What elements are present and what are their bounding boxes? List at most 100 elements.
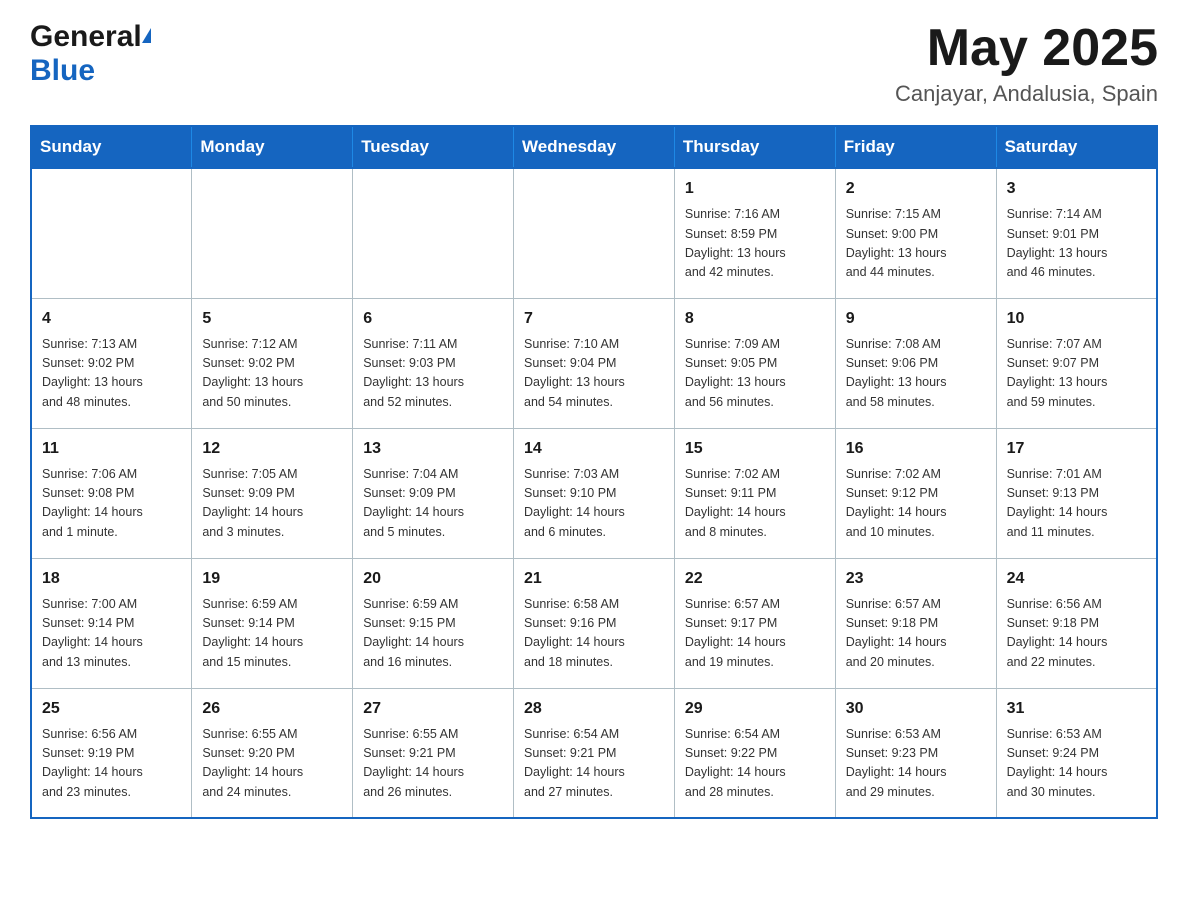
calendar-day-cell: 13 Sunrise: 7:04 AM Sunset: 9:09 PM Dayli… <box>353 428 514 558</box>
day-number: 29 <box>685 697 825 721</box>
day-number: 20 <box>363 567 503 591</box>
day-info: Sunrise: 7:01 AM Sunset: 9:13 PM Dayligh… <box>1007 465 1146 543</box>
day-info: Sunrise: 7:04 AM Sunset: 9:09 PM Dayligh… <box>363 465 503 543</box>
calendar-week-row: 4Sunrise: 7:13 AM Sunset: 9:02 PM Daylig… <box>31 298 1157 428</box>
calendar-week-row: 18 Sunrise: 7:00 AM Sunset: 9:14 PM Dayli… <box>31 558 1157 688</box>
calendar-day-cell: 16Sunrise: 7:02 AM Sunset: 9:12 PM Dayli… <box>835 428 996 558</box>
day-info: Sunrise: 6:57 AM Sunset: 9:18 PM Dayligh… <box>846 595 986 673</box>
day-info: Sunrise: 7:09 AM Sunset: 9:05 PM Dayligh… <box>685 335 825 413</box>
day-info: Sunrise: 7:07 AM Sunset: 9:07 PM Dayligh… <box>1007 335 1146 413</box>
day-info: Sunrise: 6:56 AM Sunset: 9:19 PM Dayligh… <box>42 725 181 803</box>
day-info: Sunrise: 7:08 AM Sunset: 9:06 PM Dayligh… <box>846 335 986 413</box>
logo-blue-word: Blue <box>30 54 95 87</box>
day-number: 31 <box>1007 697 1146 721</box>
day-number: 1 <box>685 177 825 201</box>
calendar-day-cell: 25 Sunrise: 6:56 AM Sunset: 9:19 PM Dayli… <box>31 688 192 818</box>
day-info: Sunrise: 7:15 AM Sunset: 9:00 PM Dayligh… <box>846 205 986 283</box>
calendar-day-cell: 1 Sunrise: 7:16 AM Sunset: 8:59 PM Daylig… <box>674 168 835 298</box>
weekday-header-sunday: Sunday <box>31 126 192 168</box>
day-info: Sunrise: 6:58 AM Sunset: 9:16 PM Dayligh… <box>524 595 664 673</box>
day-info: Sunrise: 6:55 AM Sunset: 9:20 PM Dayligh… <box>202 725 342 803</box>
calendar-day-cell: 10 Sunrise: 7:07 AM Sunset: 9:07 PM Dayli… <box>996 298 1157 428</box>
day-info: Sunrise: 7:10 AM Sunset: 9:04 PM Dayligh… <box>524 335 664 413</box>
day-number: 23 <box>846 567 986 591</box>
day-number: 21 <box>524 567 664 591</box>
day-number: 30 <box>846 697 986 721</box>
calendar-day-cell <box>353 168 514 298</box>
month-title: May 2025 <box>895 20 1158 77</box>
day-number: 2 <box>846 177 986 201</box>
page-header: General Blue May 2025 Canjayar, Andalusi… <box>30 20 1158 107</box>
logo-area: General Blue <box>30 20 151 88</box>
day-number: 28 <box>524 697 664 721</box>
calendar-day-cell: 29 Sunrise: 6:54 AM Sunset: 9:22 PM Dayli… <box>674 688 835 818</box>
calendar-day-cell <box>514 168 675 298</box>
day-info: Sunrise: 7:16 AM Sunset: 8:59 PM Dayligh… <box>685 205 825 283</box>
calendar-day-cell: 31 Sunrise: 6:53 AM Sunset: 9:24 PM Dayli… <box>996 688 1157 818</box>
calendar-day-cell: 6 Sunrise: 7:11 AM Sunset: 9:03 PM Daylig… <box>353 298 514 428</box>
calendar-week-row: 1 Sunrise: 7:16 AM Sunset: 8:59 PM Daylig… <box>31 168 1157 298</box>
day-info: Sunrise: 7:03 AM Sunset: 9:10 PM Dayligh… <box>524 465 664 543</box>
calendar-day-cell: 17 Sunrise: 7:01 AM Sunset: 9:13 PM Dayli… <box>996 428 1157 558</box>
day-info: Sunrise: 7:02 AM Sunset: 9:12 PM Dayligh… <box>846 465 986 543</box>
day-number: 3 <box>1007 177 1146 201</box>
weekday-header-friday: Friday <box>835 126 996 168</box>
calendar-day-cell: 7 Sunrise: 7:10 AM Sunset: 9:04 PM Daylig… <box>514 298 675 428</box>
day-info: Sunrise: 6:54 AM Sunset: 9:22 PM Dayligh… <box>685 725 825 803</box>
calendar-day-cell: 9 Sunrise: 7:08 AM Sunset: 9:06 PM Daylig… <box>835 298 996 428</box>
day-number: 7 <box>524 307 664 331</box>
day-number: 12 <box>202 437 342 461</box>
calendar-day-cell: 30 Sunrise: 6:53 AM Sunset: 9:23 PM Dayli… <box>835 688 996 818</box>
day-number: 26 <box>202 697 342 721</box>
day-number: 9 <box>846 307 986 331</box>
day-info: Sunrise: 6:55 AM Sunset: 9:21 PM Dayligh… <box>363 725 503 803</box>
day-info: Sunrise: 7:00 AM Sunset: 9:14 PM Dayligh… <box>42 595 181 673</box>
day-info: Sunrise: 7:12 AM Sunset: 9:02 PM Dayligh… <box>202 335 342 413</box>
calendar-week-row: 25 Sunrise: 6:56 AM Sunset: 9:19 PM Dayli… <box>31 688 1157 818</box>
day-info: Sunrise: 6:54 AM Sunset: 9:21 PM Dayligh… <box>524 725 664 803</box>
day-number: 6 <box>363 307 503 331</box>
calendar-day-cell: 14Sunrise: 7:03 AM Sunset: 9:10 PM Dayli… <box>514 428 675 558</box>
calendar-day-cell: 15Sunrise: 7:02 AM Sunset: 9:11 PM Dayli… <box>674 428 835 558</box>
calendar-day-cell: 23 Sunrise: 6:57 AM Sunset: 9:18 PM Dayli… <box>835 558 996 688</box>
day-info: Sunrise: 7:05 AM Sunset: 9:09 PM Dayligh… <box>202 465 342 543</box>
calendar-body: 1 Sunrise: 7:16 AM Sunset: 8:59 PM Daylig… <box>31 168 1157 818</box>
day-info: Sunrise: 6:53 AM Sunset: 9:23 PM Dayligh… <box>846 725 986 803</box>
calendar-day-cell: 28 Sunrise: 6:54 AM Sunset: 9:21 PM Dayli… <box>514 688 675 818</box>
calendar-day-cell <box>31 168 192 298</box>
day-info: Sunrise: 6:57 AM Sunset: 9:17 PM Dayligh… <box>685 595 825 673</box>
day-info: Sunrise: 7:06 AM Sunset: 9:08 PM Dayligh… <box>42 465 181 543</box>
logo-general-text: General <box>30 20 142 54</box>
day-number: 13 <box>363 437 503 461</box>
calendar-day-cell <box>192 168 353 298</box>
day-number: 22 <box>685 567 825 591</box>
calendar-day-cell: 21 Sunrise: 6:58 AM Sunset: 9:16 PM Dayli… <box>514 558 675 688</box>
day-number: 17 <box>1007 437 1146 461</box>
calendar-day-cell: 18 Sunrise: 7:00 AM Sunset: 9:14 PM Dayli… <box>31 558 192 688</box>
weekday-header-wednesday: Wednesday <box>514 126 675 168</box>
calendar-day-cell: 24Sunrise: 6:56 AM Sunset: 9:18 PM Dayli… <box>996 558 1157 688</box>
weekday-header-saturday: Saturday <box>996 126 1157 168</box>
day-info: Sunrise: 6:59 AM Sunset: 9:15 PM Dayligh… <box>363 595 503 673</box>
day-info: Sunrise: 6:56 AM Sunset: 9:18 PM Dayligh… <box>1007 595 1146 673</box>
day-info: Sunrise: 6:53 AM Sunset: 9:24 PM Dayligh… <box>1007 725 1146 803</box>
day-info: Sunrise: 7:11 AM Sunset: 9:03 PM Dayligh… <box>363 335 503 413</box>
day-number: 10 <box>1007 307 1146 331</box>
day-number: 5 <box>202 307 342 331</box>
calendar-day-cell: 20 Sunrise: 6:59 AM Sunset: 9:15 PM Dayli… <box>353 558 514 688</box>
calendar-table: SundayMondayTuesdayWednesdayThursdayFrid… <box>30 125 1158 819</box>
day-info: Sunrise: 7:13 AM Sunset: 9:02 PM Dayligh… <box>42 335 181 413</box>
weekday-header-tuesday: Tuesday <box>353 126 514 168</box>
weekday-header-row: SundayMondayTuesdayWednesdayThursdayFrid… <box>31 126 1157 168</box>
calendar-day-cell: 4Sunrise: 7:13 AM Sunset: 9:02 PM Daylig… <box>31 298 192 428</box>
day-number: 19 <box>202 567 342 591</box>
day-number: 15 <box>685 437 825 461</box>
day-info: Sunrise: 7:14 AM Sunset: 9:01 PM Dayligh… <box>1007 205 1146 283</box>
day-number: 27 <box>363 697 503 721</box>
day-info: Sunrise: 6:59 AM Sunset: 9:14 PM Dayligh… <box>202 595 342 673</box>
logo-triangle-icon <box>142 28 151 43</box>
day-number: 18 <box>42 567 181 591</box>
day-number: 25 <box>42 697 181 721</box>
day-number: 11 <box>42 437 181 461</box>
calendar-day-cell: 2 Sunrise: 7:15 AM Sunset: 9:00 PM Daylig… <box>835 168 996 298</box>
